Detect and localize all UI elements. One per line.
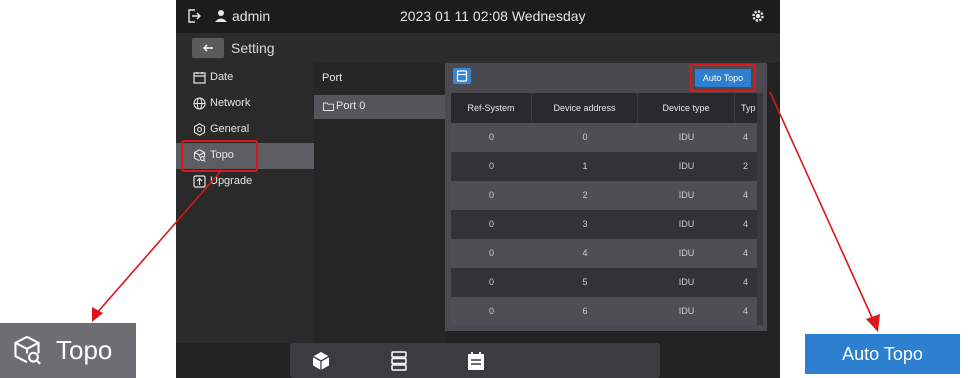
table-scrollbar[interactable] — [757, 93, 763, 325]
table-cell: IDU — [678, 132, 695, 142]
column-header: Device address — [532, 93, 638, 123]
sidebar-item-network[interactable]: Network — [176, 91, 314, 117]
top-bar: admin 2023 01 11 02:08 Wednesday — [176, 0, 780, 33]
table-cell: 3 — [582, 219, 588, 229]
port-item[interactable]: Port 0 — [314, 95, 445, 119]
highlight-auto-topo — [690, 64, 756, 92]
port-header: Port — [322, 72, 343, 84]
zoom-callout-topo: Topo — [0, 323, 136, 378]
save-button[interactable] — [453, 68, 471, 84]
user-icon — [215, 10, 227, 22]
port-item-label: Port 0 — [336, 100, 366, 112]
arrow-auto-topo — [769, 91, 875, 323]
table-cell: IDU — [678, 161, 695, 171]
table-cell: 2 — [582, 190, 588, 200]
save-icon — [456, 70, 468, 82]
calendar-icon — [193, 72, 206, 84]
table-cell: IDU — [678, 306, 695, 316]
table-row[interactable]: 0 5 IDU 4 — [451, 268, 761, 297]
setting-bar: Setting — [176, 33, 780, 63]
table-row[interactable]: 0 4 IDU 4 — [451, 239, 761, 268]
upgrade-icon — [193, 175, 206, 188]
page-title: Setting — [231, 40, 275, 56]
table-header: Ref-System Device address Device type Ty… — [451, 93, 761, 123]
topology-pane: Auto Topo Ref-System Device address Devi… — [445, 63, 767, 331]
back-button[interactable] — [192, 38, 224, 58]
datetime: 2023 01 11 02:08 Wednesday — [400, 8, 586, 24]
column-header: Device type — [638, 93, 735, 123]
arrowhead-topo — [92, 307, 103, 322]
table-cell: IDU — [678, 277, 695, 287]
port-panel: Port Port 0 — [314, 63, 445, 343]
table-cell: 4 — [582, 248, 588, 258]
table-cell: 0 — [488, 132, 494, 142]
folder-icon — [323, 102, 334, 111]
table-row[interactable]: 0 1 IDU 2 — [451, 152, 761, 181]
table-cell: IDU — [678, 190, 695, 200]
sidebar-item-upgrade[interactable]: Upgrade — [176, 169, 314, 195]
table-cell: 0 — [488, 190, 494, 200]
gear-icon[interactable] — [750, 8, 766, 24]
table-cell: 1 — [582, 161, 588, 171]
sidebar-item-label: Date — [210, 71, 234, 83]
table-cell: 6 — [582, 306, 588, 316]
table-cell: 0 — [582, 132, 588, 142]
table-row[interactable]: 0 3 IDU 4 — [451, 210, 761, 239]
sidebar-item-label: Network — [210, 97, 251, 109]
sidebar-item-label: General — [210, 123, 250, 135]
table-cell: 0 — [488, 248, 494, 258]
table-cell: IDU — [678, 219, 695, 229]
table-cell: 0 — [488, 306, 494, 316]
device-screen: admin 2023 01 11 02:08 Wednesday Setting… — [176, 0, 780, 378]
column-header: Ref-System — [451, 93, 532, 123]
device-table: Ref-System Device address Device type Ty… — [451, 93, 761, 325]
return-icon — [203, 44, 213, 52]
table-cell: IDU — [678, 248, 695, 258]
zoom-callout-auto-topo: Auto Topo — [805, 334, 960, 374]
server-icon[interactable] — [388, 350, 410, 372]
settings-sidebar: Date Network General Topo Upgrade — [176, 63, 314, 343]
arrowhead-auto-topo — [866, 314, 880, 332]
calendar-icon[interactable] — [465, 350, 487, 372]
table-row[interactable]: 0 2 IDU 4 — [451, 181, 761, 210]
sidebar-item-date[interactable]: Date — [176, 65, 314, 91]
logout-icon[interactable] — [186, 8, 202, 24]
table-row[interactable]: 0 6 IDU 4 — [451, 297, 761, 325]
cube-icon[interactable] — [310, 350, 332, 372]
bottom-nav — [290, 343, 660, 378]
globe-icon — [193, 97, 206, 110]
table-cell: 0 — [488, 161, 494, 171]
username: admin — [232, 8, 271, 24]
sidebar-item-label: Upgrade — [210, 175, 253, 187]
highlight-topo — [181, 140, 258, 172]
gear-icon — [193, 123, 206, 136]
topo-icon — [14, 335, 41, 365]
table-cell: 0 — [488, 277, 494, 287]
table-cell: 5 — [582, 277, 588, 287]
zoom-topo-label: Topo — [56, 335, 113, 365]
table-cell: 0 — [488, 219, 494, 229]
table-row[interactable]: 0 0 IDU 4 — [451, 123, 761, 152]
